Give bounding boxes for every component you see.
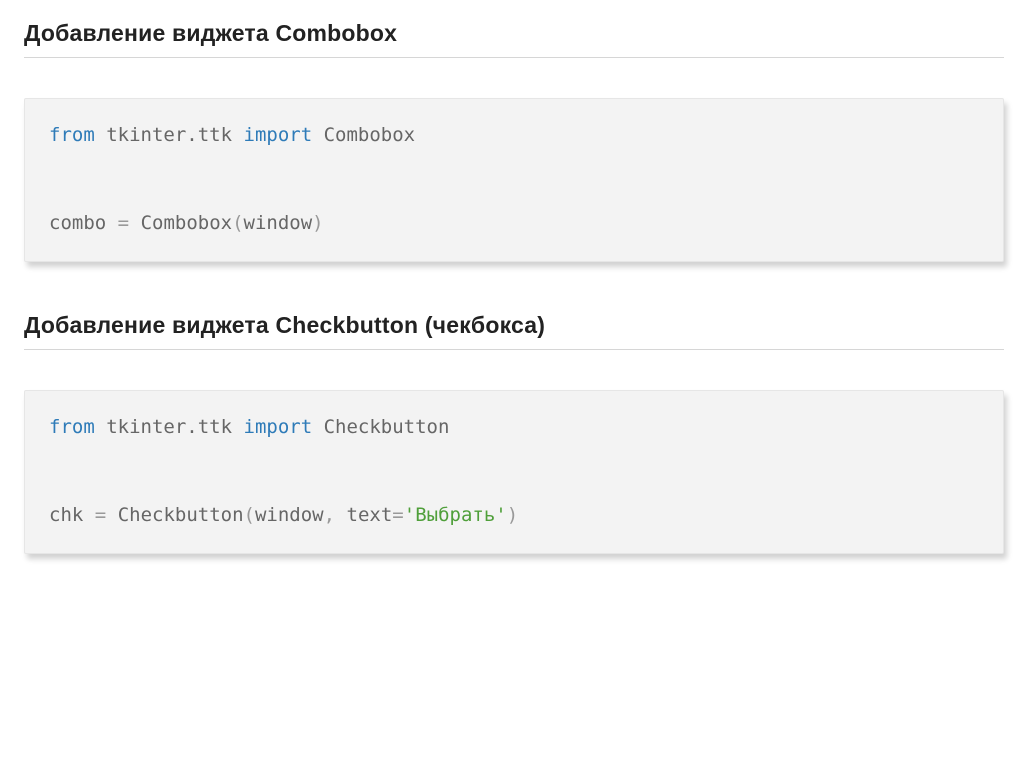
code-var: combo: [49, 212, 106, 234]
code-arg: window: [244, 212, 313, 234]
code-paren: (: [232, 212, 243, 234]
code-call: Combobox: [141, 212, 233, 234]
code-paren: ): [507, 504, 518, 526]
code-block-combobox: from tkinter.ttk import Combobox combo =…: [24, 98, 1004, 262]
code-keyword: import: [244, 416, 313, 438]
section-checkbutton: Добавление виджета Checkbutton (чекбокса…: [24, 312, 1004, 554]
code-paren: (: [244, 504, 255, 526]
heading-combobox: Добавление виджета Combobox: [24, 20, 1004, 58]
code-class: Combobox: [324, 124, 416, 146]
code-kwarg: text: [347, 504, 393, 526]
code-module: tkinter.ttk: [106, 124, 232, 146]
code-call: Checkbutton: [118, 504, 244, 526]
section-combobox: Добавление виджета Combobox from tkinter…: [24, 20, 1004, 262]
code-op: =: [95, 504, 106, 526]
code-op: =: [392, 504, 403, 526]
code-module: tkinter.ttk: [106, 416, 232, 438]
code-keyword: import: [244, 124, 313, 146]
code-paren: ): [312, 212, 323, 234]
code-comma: ,: [324, 504, 335, 526]
code-class: Checkbutton: [324, 416, 450, 438]
code-block-checkbutton: from tkinter.ttk import Checkbutton chk …: [24, 390, 1004, 554]
code-op: =: [118, 212, 129, 234]
code-keyword: from: [49, 416, 95, 438]
code-string: 'Выбрать': [404, 504, 507, 526]
code-arg: window: [255, 504, 324, 526]
heading-checkbutton: Добавление виджета Checkbutton (чекбокса…: [24, 312, 1004, 350]
code-keyword: from: [49, 124, 95, 146]
code-var: chk: [49, 504, 83, 526]
